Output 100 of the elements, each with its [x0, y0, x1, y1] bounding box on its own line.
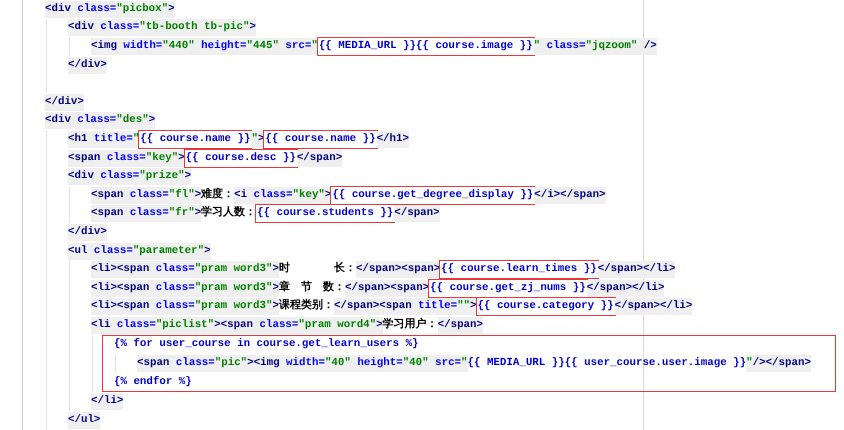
attribute-name: class= [169, 355, 215, 372]
highlighted-template-expression: {{ course.get_degree_display }} [331, 186, 534, 204]
html-tag: > [272, 298, 279, 316]
attribute-value: "40" [324, 355, 351, 372]
highlighted-template-expression: {{ course.students }} [256, 205, 394, 222]
html-tag: </div> [68, 224, 107, 241]
attribute-value: "fr" [168, 205, 195, 222]
highlighted-template-expression: {{ course.name }} [264, 130, 377, 148]
html-tag: </span><span> [356, 261, 440, 278]
html-tag: </span></li> [586, 280, 664, 297]
attribute-value: "fl" [168, 186, 195, 204]
html-tag: </ul> [68, 412, 100, 429]
attribute-name: class= [540, 38, 586, 55]
attribute-value: " [461, 355, 468, 372]
html-tag: <span [137, 355, 170, 372]
attribute-name: class= [87, 242, 133, 260]
html-tag: </span><span [334, 298, 412, 316]
html-tag: <div [68, 168, 94, 186]
plain-text: 时 长： [278, 261, 356, 278]
attribute-value: " [746, 355, 753, 372]
attribute-value: " [534, 38, 540, 55]
html-tag: </span></li> [614, 298, 692, 316]
template-expression: {{ MEDIA_URL }}{{ user_course.user.image }} [468, 356, 746, 372]
attribute-value: "pram word4" [298, 316, 376, 334]
attribute-name: title= [412, 298, 458, 316]
highlighted-template-expression: {{ course.get_zj_nums }} [429, 280, 587, 297]
html-tag: </span> [394, 205, 440, 222]
html-tag: </li> [91, 393, 124, 410]
html-tag: </div> [68, 56, 107, 74]
attribute-value: "" [457, 298, 470, 316]
attribute-value: "pram word3" [194, 298, 272, 316]
attribute-name: class= [149, 261, 195, 278]
html-tag: <li><span [91, 280, 150, 297]
html-tag: <img [91, 38, 117, 55]
attribute-name: title= [87, 130, 133, 148]
html-tag: </h1> [376, 130, 409, 148]
attribute-value: "key" [292, 186, 325, 204]
highlighted-template-expression: {{ course.category }} [476, 298, 615, 316]
attribute-value: "parameter" [132, 242, 204, 260]
attribute-name: class= [70, 112, 116, 130]
highlighted-template-expression: {{ course.name }} [139, 130, 252, 148]
attribute-name: width= [280, 355, 325, 372]
html-tag: <ul [68, 242, 88, 260]
html-tag: <div [45, 112, 71, 130]
plain-text: 章 节 数： [278, 280, 345, 296]
highlighted-template-expression: {{ MEDIA_URL }}{{ course.image }} [318, 38, 534, 55]
attribute-name: src= [428, 355, 462, 372]
html-tag: <div [45, 0, 71, 18]
attribute-name: height= [350, 355, 403, 372]
highlighted-template-expression: {{ course.learn_times }} [440, 261, 598, 278]
attribute-name: class= [149, 298, 195, 316]
plain-text: 课程类别： [278, 298, 334, 314]
template-expression: {% for user_course in course.get_learn_users %} [114, 337, 419, 352]
html-tag: > [249, 19, 256, 36]
plain-text: 难度： [201, 186, 234, 203]
attribute-value: "40" [402, 355, 429, 372]
attribute-value: "picbox" [116, 0, 168, 18]
attribute-value: " [251, 130, 258, 148]
html-tag: > [168, 0, 175, 18]
attribute-value: "pic" [214, 355, 248, 372]
attribute-name: class= [123, 186, 169, 204]
attribute-value: "pram word3" [194, 280, 272, 297]
attribute-name: class= [149, 280, 195, 297]
html-tag: > [204, 242, 211, 260]
attribute-name: class= [247, 186, 292, 204]
attribute-name: class= [110, 316, 156, 334]
html-tag: <li><span [91, 298, 150, 316]
html-tag: <span [91, 205, 124, 222]
attribute-name: src= [278, 38, 312, 55]
attribute-name: class= [253, 316, 298, 334]
html-tag: <span [68, 150, 100, 167]
html-tag: </span> [296, 150, 342, 167]
html-tag: <li [91, 316, 110, 334]
attribute-value: "445" [246, 38, 279, 55]
html-tag: > [272, 261, 279, 278]
attribute-name: height= [194, 38, 247, 55]
attribute-value: "pram word3" [194, 261, 272, 278]
attribute-name: class= [94, 168, 140, 186]
highlighted-template-expression: {{ course.desc }} [184, 150, 297, 167]
plain-text: 学习用户： [382, 316, 438, 333]
html-tag: > [376, 316, 383, 334]
html-tag: <span [91, 186, 124, 204]
attribute-name: class= [100, 150, 146, 167]
html-tag: </span></li> [598, 261, 676, 278]
attribute-name: class= [123, 205, 169, 222]
html-tag: <div [68, 19, 94, 36]
html-tag: </i></span> [534, 186, 606, 204]
attribute-value: "tb-booth tb-pic" [139, 19, 250, 36]
html-tag: /> [637, 38, 657, 55]
html-tag: <h1 [68, 130, 88, 148]
html-tag: ><span [214, 316, 254, 334]
attribute-name: class= [94, 19, 140, 36]
html-tag: <li><span [91, 261, 150, 278]
html-tag: <i [234, 186, 248, 204]
html-tag: </span><span> [344, 280, 430, 297]
attribute-value: "key" [146, 150, 178, 167]
attribute-value: "440" [162, 38, 195, 55]
html-tag: > [272, 280, 279, 297]
html-tag: </div> [45, 94, 84, 111]
attribute-value: "jqzoom" [586, 38, 638, 55]
